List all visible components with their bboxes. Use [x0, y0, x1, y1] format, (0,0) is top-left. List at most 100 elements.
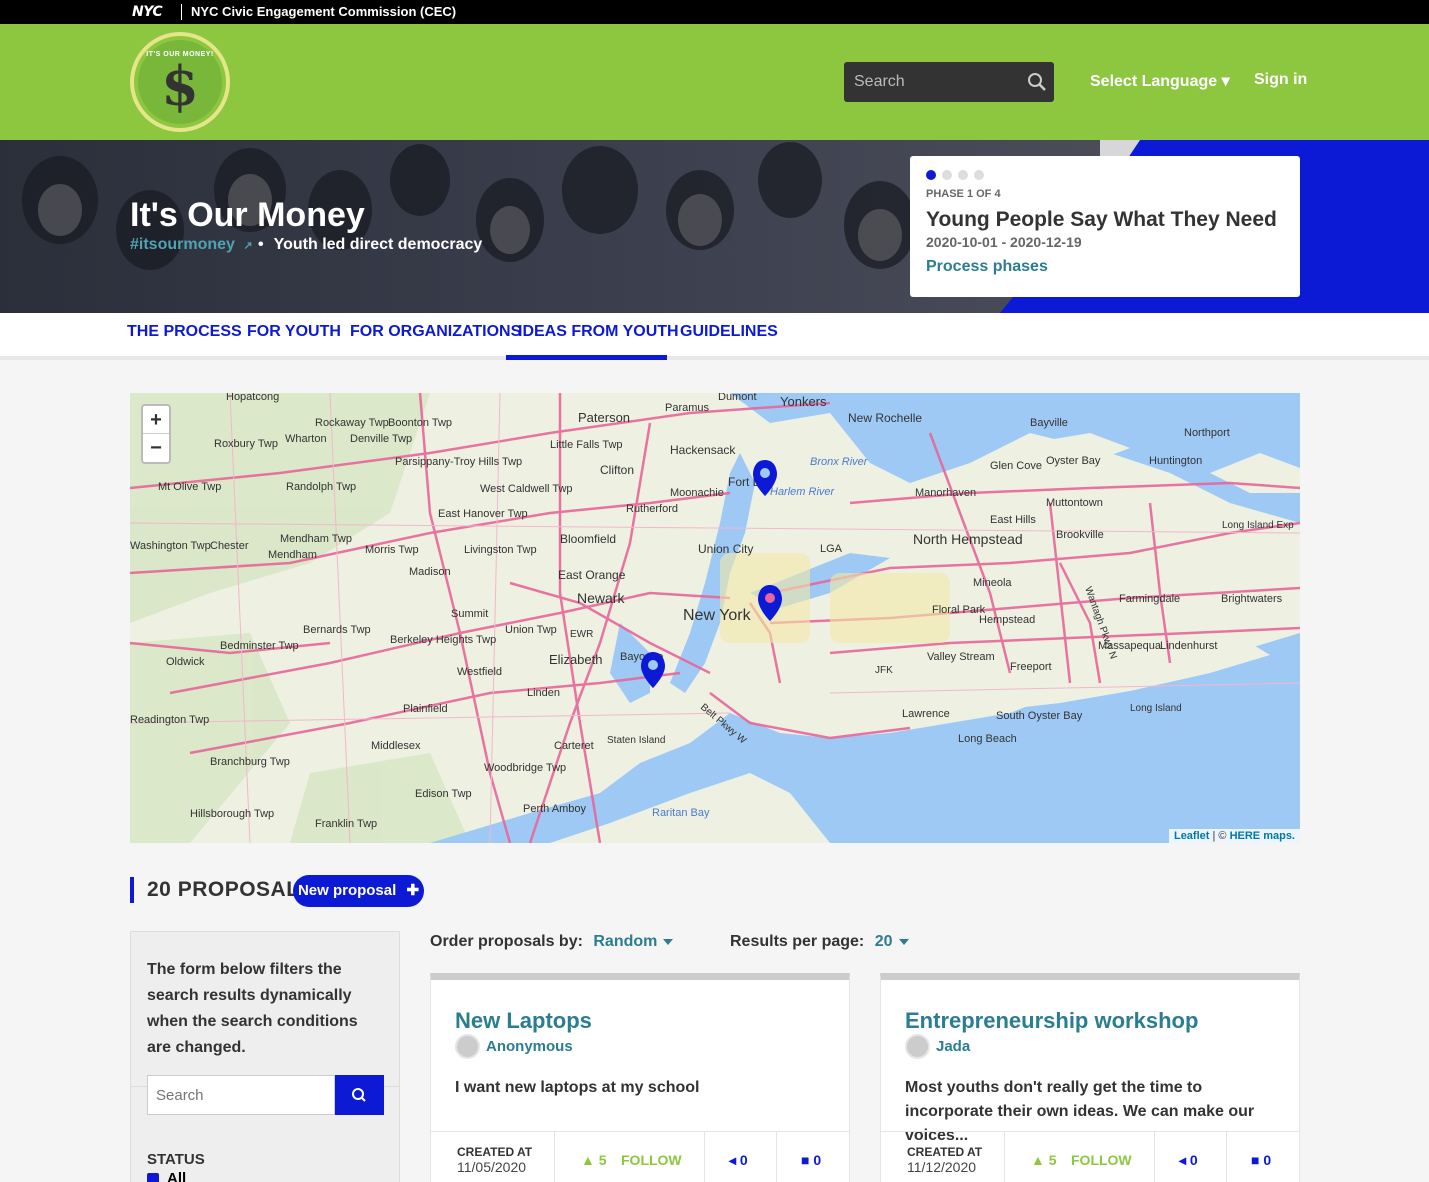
proposal-body: I want new laptops at my school [455, 1079, 700, 1096]
filter-search-button[interactable] [335, 1075, 384, 1115]
map-label: Long Beach [958, 733, 1017, 745]
map-label: Northport [1184, 427, 1230, 439]
map-label: Union Twp [505, 624, 557, 636]
endorsements-count[interactable]: ◂ 0 [729, 1152, 748, 1169]
site-logo[interactable]: IT'S OUR MONEY! $ [130, 32, 230, 132]
proposal-footer: CREATED AT 11/05/2020 ▲ 5 FOLLOW ◂ 0 ■ 0 [431, 1131, 849, 1182]
phase-dot-4 [974, 170, 984, 180]
caret-down-icon[interactable] [898, 938, 909, 945]
map-label: Bronx River [810, 456, 869, 468]
follow-button[interactable]: FOLLOW [621, 1152, 682, 1168]
filter-sidebar: The form below filters the search result… [130, 931, 400, 1182]
map-label: Moonachie [670, 487, 724, 499]
map-tiles[interactable]: Hopatcong Paterson Paramus Dumont Yonker… [130, 393, 1300, 843]
zoom-in-button[interactable]: + [143, 406, 169, 434]
map-label: Hackensack [670, 443, 736, 457]
author-name[interactable]: Jada [936, 1038, 970, 1055]
created-cell: CREATED AT 11/05/2020 [431, 1132, 555, 1182]
map-label: Elizabeth [549, 652, 602, 667]
tab-the-process[interactable]: THE PROCESS [127, 323, 242, 341]
endorsements-cell: ◂ 0 [1155, 1132, 1227, 1182]
map-label: Hempstead [979, 614, 1035, 626]
tab-for-organizations[interactable]: FOR ORGANIZATIONS [350, 323, 521, 341]
per-page-control: Results per page: 20 [730, 933, 909, 951]
map-label: EWR [570, 629, 593, 640]
supports-value: 5 [1048, 1152, 1057, 1168]
process-phases-link[interactable]: Process phases [926, 258, 1284, 276]
language-selector[interactable]: Select Language ▾ [1090, 71, 1230, 91]
phase-card: PHASE 1 OF 4 Young People Say What They … [910, 156, 1300, 297]
megaphone-icon: ◂ [729, 1152, 737, 1168]
map-label: Oldwick [166, 656, 205, 668]
leaflet-link[interactable]: Leaflet [1174, 830, 1209, 842]
tab-for-youth[interactable]: FOR YOUTH [247, 323, 341, 341]
comments-value: 0 [813, 1152, 822, 1168]
status-all-option[interactable]: All [147, 1170, 186, 1182]
comments-count[interactable]: ■ 0 [801, 1152, 821, 1168]
endorsements-value: 0 [739, 1152, 748, 1168]
map-label: Wharton [285, 433, 327, 445]
author-name[interactable]: Anonymous [486, 1038, 573, 1055]
org-name[interactable]: NYC Civic Engagement Commission (CEC) [181, 4, 456, 20]
comments-value: 0 [1263, 1152, 1272, 1168]
filter-search-input[interactable] [147, 1075, 335, 1115]
status-all-checkbox[interactable] [147, 1172, 159, 1182]
map-label: Huntington [1149, 455, 1202, 467]
map-label: Berkeley Heights Twp [390, 634, 496, 646]
order-label: Order proposals by: [430, 933, 583, 950]
order-dropdown[interactable]: Random [593, 933, 674, 950]
supports-value: 5 [598, 1152, 607, 1168]
attribution-separator: | © [1209, 830, 1230, 842]
map-label: Paterson [578, 410, 630, 425]
tab-ideas-from-youth[interactable]: IDEAS FROM YOUTH [518, 323, 679, 341]
map-label: Bloomfield [560, 532, 616, 546]
map-label: Oyster Bay [1046, 455, 1101, 467]
header-search-input[interactable] [844, 62, 1019, 102]
nyc-logo[interactable]: NYC [132, 4, 163, 20]
map-label: Paramus [665, 402, 710, 414]
zoom-out-button[interactable]: − [143, 434, 169, 462]
proposal-title[interactable]: Entrepreneurship workshop [905, 1008, 1198, 1034]
nyc-top-bar: NYC NYC Civic Engagement Commission (CEC… [0, 0, 1429, 24]
per-page-dropdown[interactable]: 20 [875, 933, 909, 950]
endorsements-value: 0 [1189, 1152, 1198, 1168]
sign-in-link[interactable]: Sign in [1254, 71, 1307, 89]
comments-count[interactable]: ■ 0 [1251, 1152, 1271, 1168]
follow-button[interactable]: FOLLOW [1071, 1152, 1132, 1168]
proposals-map[interactable]: Hopatcong Paterson Paramus Dumont Yonker… [130, 393, 1300, 843]
order-value[interactable]: Random [593, 933, 657, 950]
map-label: Lawrence [902, 708, 950, 720]
plus-icon: ✚ [406, 882, 420, 899]
map-label: Middlesex [371, 740, 421, 752]
proposal-author[interactable]: Anonymous [455, 1034, 573, 1059]
map-label: New York [683, 607, 752, 624]
header-search [844, 62, 1054, 102]
created-date: 11/12/2020 [907, 1159, 977, 1175]
per-page-value[interactable]: 20 [875, 933, 893, 950]
proposal-author[interactable]: Jada [905, 1034, 970, 1059]
here-maps-link[interactable]: HERE maps. [1230, 830, 1295, 842]
tab-guidelines[interactable]: GUIDELINES [680, 323, 778, 341]
map-label: Muttontown [1046, 497, 1103, 509]
endorsements-count[interactable]: ◂ 0 [1179, 1152, 1198, 1169]
status-filter-label: STATUS [147, 1151, 205, 1168]
map-label: Rockaway Twp [315, 417, 389, 429]
map-label: Denville Twp [350, 433, 412, 445]
caret-down-icon[interactable] [663, 938, 674, 945]
hashtag-text[interactable]: #itsourmoney [130, 236, 235, 253]
map-label: JFK [875, 665, 893, 676]
map-label: Glen Cove [990, 460, 1042, 472]
follow-cell: ▲ 5 FOLLOW [1005, 1132, 1155, 1182]
map-label: Branchburg Twp [210, 756, 290, 768]
map-label: Long Island Exp [1222, 520, 1294, 531]
search-icon[interactable] [1026, 71, 1048, 93]
map-label: Morris Twp [365, 544, 419, 556]
process-hashtag[interactable]: #itsourmoney ↗ [130, 236, 253, 254]
site-header: IT'S OUR MONEY! $ Select Language ▾ Sign… [0, 24, 1429, 140]
map-label: Madison [409, 566, 451, 578]
map-label: Hillsborough Twp [190, 808, 274, 820]
new-proposal-button[interactable]: New proposal ✚ [293, 875, 424, 907]
new-proposal-label[interactable]: New proposal [298, 882, 396, 899]
map-label: East Hills [990, 514, 1036, 526]
proposal-title[interactable]: New Laptops [455, 1008, 592, 1034]
